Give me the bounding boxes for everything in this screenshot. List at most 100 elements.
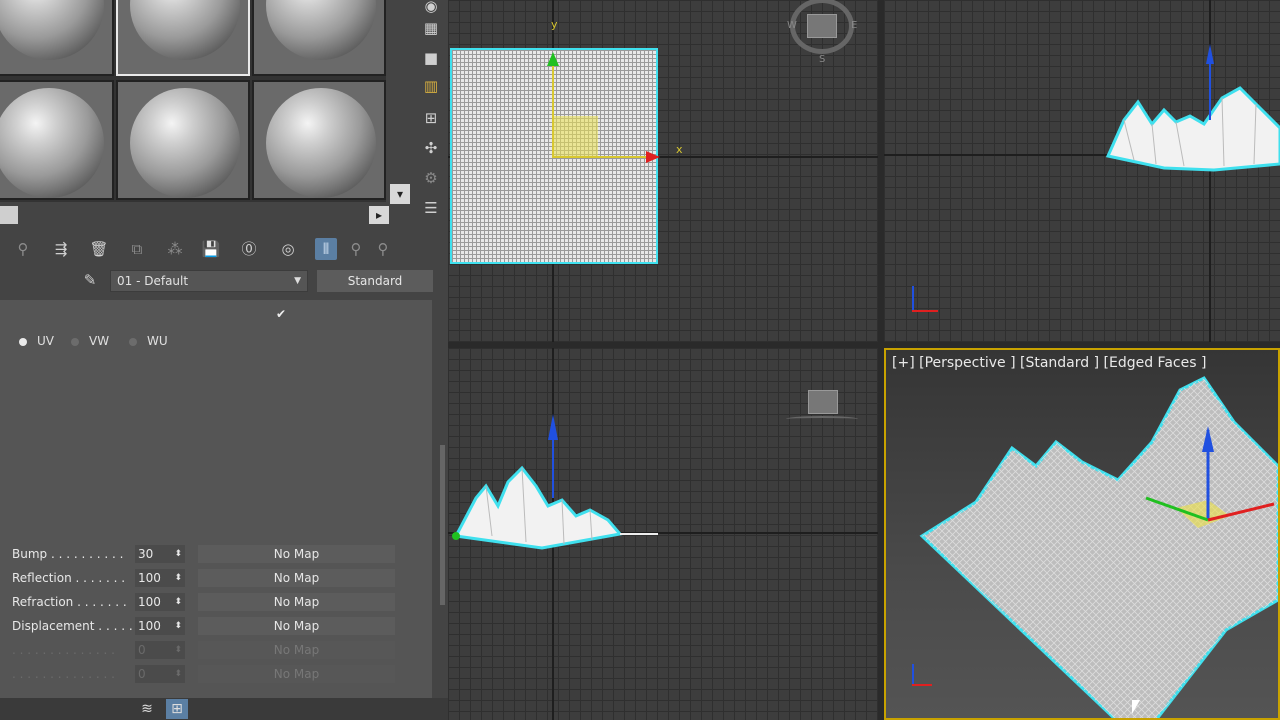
- material-editor-panel: ▾ ▸ ◉ ▦ ■ ▥ ⊞ ✣ ⚙ ☰ ⚲ ⇶ 🗑 ⧉ ⁂ 💾 ⓪ ◎ ⫴ ⚲ …: [0, 0, 448, 720]
- material-name-text: 01 - Default: [117, 274, 189, 288]
- sample-slot[interactable]: [116, 80, 250, 200]
- gizmo-z-line: [552, 438, 554, 498]
- gizmo-z-arrow-icon[interactable]: [548, 414, 558, 440]
- viewcube[interactable]: [807, 14, 837, 38]
- radio-dot-icon: [129, 337, 137, 346]
- maps-rollout: ✔ UV VW WU Bump . . . . . . . . . . 30 ⬍ …: [0, 300, 432, 698]
- slot-next-button[interactable]: ▸: [369, 206, 389, 224]
- map-row-bump: Bump . . . . . . . . . . 30 ⬍ No Map: [0, 544, 432, 564]
- map-label: . . . . . . . . . . . . . .: [12, 643, 115, 657]
- viewport-label[interactable]: [+] [Perspective ] [Standard ] [Edged Fa…: [892, 355, 1206, 371]
- sample-slot-active[interactable]: [116, 0, 250, 76]
- gizmo-x-arrow-icon[interactable]: [646, 151, 660, 163]
- map-label: Bump . . . . . . . . . .: [12, 547, 124, 561]
- axis-label-x: x: [676, 143, 683, 156]
- sample-slot[interactable]: [0, 80, 114, 200]
- map-slot-button[interactable]: No Map: [198, 545, 395, 563]
- material-toolbar: ⚲ ⇶ 🗑 ⧉ ⁂ 💾 ⓪ ◎ ⫴ ⚲ ⚲: [0, 236, 440, 262]
- options-icon[interactable]: ⚙: [420, 168, 442, 188]
- map-row-refraction: Refraction . . . . . . . 100 ⬍ No Map: [0, 592, 432, 612]
- map-row-disabled: . . . . . . . . . . . . . . 0 ⬍ No Map: [0, 664, 432, 684]
- map-amount-spinner[interactable]: 100 ⬍: [135, 593, 185, 611]
- go-forward-sibling-icon[interactable]: ⚲: [372, 238, 394, 260]
- layers-icon[interactable]: ≋: [136, 699, 158, 719]
- viewcube-ring[interactable]: [786, 416, 858, 422]
- sample-slots: [0, 0, 386, 202]
- chevron-down-icon: ▼: [294, 276, 301, 286]
- save-icon[interactable]: 💾: [200, 238, 222, 260]
- viewcube[interactable]: [808, 390, 838, 414]
- gizmo-z-line: [1209, 60, 1211, 120]
- backlight-icon[interactable]: ■: [420, 48, 442, 68]
- go-to-parent-icon[interactable]: ⚲: [345, 238, 367, 260]
- material-name-dropdown[interactable]: 01 - Default ▼: [110, 270, 308, 292]
- make-unique-icon[interactable]: ⧉: [126, 238, 148, 260]
- world-axis-z-icon: [912, 286, 914, 312]
- radio-dot-icon: [19, 337, 27, 346]
- material-id-icon[interactable]: ⓪: [238, 238, 260, 260]
- side-toolbar: ◉ ▦ ■ ▥ ⊞ ✣ ⚙ ☰: [416, 0, 446, 230]
- show-shaded-icon[interactable]: ◎: [277, 238, 299, 260]
- radio-dot-icon: [71, 337, 79, 346]
- material-name-row: ✎ 01 - Default ▼ Standard: [0, 269, 440, 293]
- video-check-icon[interactable]: ⊞: [420, 108, 442, 128]
- terrain-mesh-side[interactable]: [1104, 80, 1280, 180]
- mouse-cursor-icon: [1132, 700, 1140, 714]
- checker-background-icon[interactable]: ▦: [420, 18, 442, 38]
- sample-slot[interactable]: [252, 0, 386, 76]
- compass-east: E: [851, 20, 858, 31]
- sample-type-icon[interactable]: ◉: [420, 0, 442, 16]
- mapping-option-uv[interactable]: UV: [19, 334, 54, 348]
- bottom-toolbar: ≋ ⊞: [0, 698, 448, 720]
- transform-plane-handle[interactable]: [552, 116, 598, 156]
- map-label: Refraction . . . . . . .: [12, 595, 127, 609]
- map-slot-button[interactable]: No Map: [198, 569, 395, 587]
- map-slot-button[interactable]: No Map: [198, 593, 395, 611]
- scene-explorer-icon[interactable]: ⊞: [166, 699, 188, 719]
- map-row-reflection: Reflection . . . . . . . 100 ⬍ No Map: [0, 568, 432, 588]
- terrain-mesh-side[interactable]: [452, 458, 672, 554]
- spinner-arrows-icon: ⬍: [174, 597, 182, 607]
- delete-icon[interactable]: 🗑: [88, 238, 110, 260]
- selected-plane-object[interactable]: [450, 48, 660, 264]
- spinner-arrows-icon: ⬍: [174, 669, 182, 679]
- slot-scroll-down-button[interactable]: ▾: [390, 184, 410, 204]
- map-amount-spinner[interactable]: 30 ⬍: [135, 545, 185, 563]
- compass-west: W: [787, 20, 797, 31]
- color-bars-icon[interactable]: ▥: [420, 76, 442, 96]
- viewport-front[interactable]: [884, 0, 1280, 342]
- select-by-material-icon[interactable]: ☰: [420, 198, 442, 218]
- mapping-option-vw[interactable]: VW: [71, 334, 109, 348]
- viewport-left[interactable]: [448, 348, 878, 720]
- eyedropper-icon[interactable]: ✎: [80, 271, 100, 291]
- rollout-scrollbar[interactable]: [440, 445, 445, 605]
- gizmo-x-line: [552, 156, 650, 158]
- map-label: Reflection . . . . . . .: [12, 571, 126, 585]
- gizmo-y-line: [552, 58, 554, 158]
- map-slot-button[interactable]: No Map: [198, 617, 395, 635]
- map-amount-spinner[interactable]: 100 ⬍: [135, 569, 185, 587]
- sample-slot[interactable]: [0, 0, 114, 76]
- world-axis-z-icon: [912, 664, 914, 686]
- assign-material-icon[interactable]: ⇶: [50, 238, 72, 260]
- viewport-top[interactable]: y x W E S: [448, 0, 878, 342]
- map-amount-spinner[interactable]: 100 ⬍: [135, 617, 185, 635]
- make-preview-icon[interactable]: ✣: [420, 138, 442, 158]
- world-axis-x-icon: [912, 310, 938, 312]
- terrain-mesh-perspective[interactable]: [886, 370, 1278, 720]
- slot-slider-handle[interactable]: [0, 206, 18, 224]
- map-label: . . . . . . . . . . . . . .: [12, 667, 115, 681]
- compass-south: S: [819, 54, 826, 65]
- axis-label-y: y: [551, 18, 558, 31]
- map-label: Displacement . . . . .: [12, 619, 133, 633]
- mapping-option-wu[interactable]: WU: [129, 334, 168, 348]
- viewport-perspective[interactable]: [+] [Perspective ] [Standard ] [Edged Fa…: [884, 348, 1280, 720]
- gizmo-y-arrow-icon[interactable]: [547, 52, 559, 66]
- show-end-result-icon[interactable]: ⫴: [315, 238, 337, 260]
- sample-slot[interactable]: [252, 80, 386, 200]
- put-to-library-icon[interactable]: ⁂: [164, 238, 186, 260]
- checkmark-icon[interactable]: ✔: [276, 307, 286, 321]
- get-material-icon[interactable]: ⚲: [12, 238, 34, 260]
- material-type-button[interactable]: Standard: [317, 270, 433, 292]
- spinner-arrows-icon: ⬍: [174, 573, 182, 583]
